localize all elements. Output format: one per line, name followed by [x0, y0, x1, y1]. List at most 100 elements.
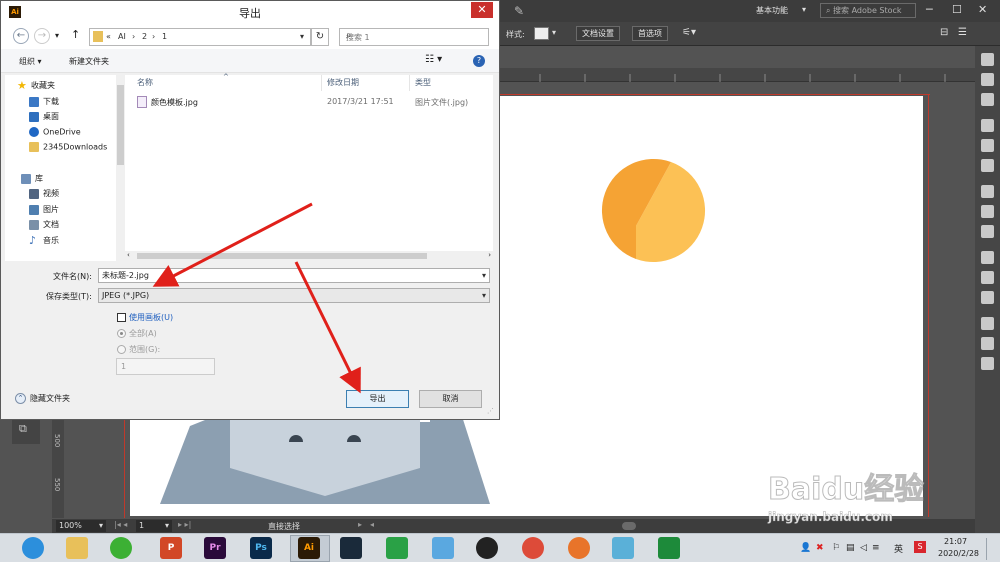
close-button[interactable]: ✕: [471, 2, 493, 18]
nav-item-libraries[interactable]: 库: [21, 173, 129, 188]
scroll-thumb[interactable]: [117, 85, 124, 165]
status-menu-icon[interactable]: ▸: [358, 520, 362, 529]
screen-capture-icon[interactable]: [386, 537, 408, 559]
column-header-name[interactable]: 名称: [137, 77, 153, 88]
artboards-icon[interactable]: [981, 357, 994, 370]
use-artboards-checkbox[interactable]: 使用画板(U): [117, 312, 173, 323]
antivirus-icon[interactable]: ✖: [816, 543, 824, 553]
gradient-icon[interactable]: [981, 205, 994, 218]
first-artboard-icon[interactable]: |◂ ◂: [114, 520, 127, 529]
hide-folders-toggle[interactable]: ⌃ 隐藏文件夹: [15, 393, 70, 404]
forward-arrow-icon[interactable]: →: [34, 28, 50, 44]
transparency-icon[interactable]: [981, 225, 994, 238]
breadcrumb-2[interactable]: 2: [142, 32, 147, 41]
artboard-tool-icon[interactable]: ⧉: [19, 422, 27, 436]
style-swatch[interactable]: [534, 27, 549, 40]
column-header-type[interactable]: 类型: [415, 77, 431, 88]
asset-export-icon[interactable]: [981, 291, 994, 304]
scroll-left-icon[interactable]: ‹: [127, 251, 130, 259]
breadcrumb-ai[interactable]: AI: [118, 32, 126, 41]
bluetooth-icon[interactable]: ⚐: [832, 543, 840, 553]
illustrator-icon[interactable]: Ai: [298, 537, 320, 559]
refresh-icon[interactable]: ↻: [311, 28, 329, 46]
chevron-down-icon[interactable]: ▾: [55, 31, 59, 40]
new-folder-button[interactable]: 新建文件夹: [69, 56, 109, 67]
user-icon[interactable]: 👤: [800, 543, 811, 553]
organize-menu[interactable]: 组织 ▾: [19, 56, 42, 67]
symbols-icon[interactable]: [981, 159, 994, 172]
back-arrow-icon[interactable]: ←: [13, 28, 29, 44]
ime-icon[interactable]: 英: [894, 542, 903, 555]
radio-button[interactable]: [117, 329, 126, 338]
scroll-left-icon[interactable]: ◂: [370, 520, 374, 529]
brush-icon[interactable]: [981, 139, 994, 152]
breadcrumb-overflow[interactable]: «: [106, 32, 111, 41]
workspace-switcher[interactable]: 基本功能: [756, 5, 788, 16]
maximize-icon[interactable]: ☐: [952, 3, 962, 16]
minimize-icon[interactable]: ─: [926, 3, 933, 16]
stock-search-input[interactable]: ⌕ 搜索 Adobe Stock: [820, 3, 916, 18]
export-button[interactable]: 导出: [346, 390, 409, 408]
close-icon[interactable]: ✕: [978, 3, 987, 16]
premiere-icon[interactable]: Pr: [204, 537, 226, 559]
properties-icon[interactable]: [981, 73, 994, 86]
checkbox-box[interactable]: [117, 313, 126, 322]
file-horizontal-scrollbar[interactable]: ‹ ›: [125, 251, 493, 261]
nav-scrollbar[interactable]: [116, 75, 125, 261]
document-setup-button[interactable]: 文档设置: [576, 26, 620, 41]
powerpoint-icon[interactable]: P: [160, 537, 182, 559]
export-icon[interactable]: [981, 317, 994, 330]
photoshop-icon[interactable]: Ps: [250, 537, 272, 559]
breadcrumb-separator[interactable]: ›: [152, 32, 155, 41]
filetype-select[interactable]: JPEG (*.JPG) ▾: [98, 288, 490, 303]
browser-360-icon[interactable]: [22, 537, 44, 559]
range-artboards-radio[interactable]: 范围(G):: [117, 344, 160, 355]
panel-menu-icon[interactable]: ☰: [958, 27, 967, 38]
appearance-icon[interactable]: [981, 251, 994, 264]
firefox-icon[interactable]: [568, 537, 590, 559]
range-input[interactable]: 1: [116, 358, 215, 375]
column-header-modified[interactable]: 修改日期: [327, 77, 359, 88]
artboard-number-select[interactable]: 1 ▾: [136, 520, 172, 532]
arrange-icon[interactable]: ⚟▾: [682, 27, 696, 38]
up-arrow-icon[interactable]: ↑: [71, 28, 80, 41]
clock-date[interactable]: 2020/2/28: [938, 549, 979, 558]
libraries-icon[interactable]: [981, 93, 994, 106]
breadcrumb-separator[interactable]: ›: [132, 32, 135, 41]
table-row[interactable]: 颜色模板.jpg 2017/3/21 17:51 图片文件(.jpg): [127, 95, 491, 111]
signal-icon[interactable]: ≡: [872, 543, 880, 553]
show-desktop-divider[interactable]: [986, 538, 987, 560]
search-input[interactable]: 搜索 1 ⌕: [339, 28, 489, 46]
chevron-down-icon[interactable]: ▾: [482, 269, 486, 282]
preferences-button[interactable]: 首选项: [632, 26, 668, 41]
clock-time[interactable]: 21:07: [944, 537, 967, 546]
wechat-icon[interactable]: [110, 537, 132, 559]
filename-input[interactable]: 未标题-2.jpg ▾: [98, 268, 490, 283]
bird-app-icon[interactable]: [432, 537, 454, 559]
color-icon[interactable]: [981, 119, 994, 132]
scroll-thumb[interactable]: [137, 253, 427, 259]
sogou-icon[interactable]: S: [914, 541, 926, 553]
help-icon[interactable]: ?: [473, 55, 485, 67]
column-divider[interactable]: [321, 75, 322, 91]
chrome-icon[interactable]: [522, 537, 544, 559]
zoom-select[interactable]: 100% ▾: [56, 520, 106, 532]
qq-icon[interactable]: [476, 537, 498, 559]
align-icon[interactable]: ⊟: [940, 27, 948, 38]
notes-app-icon[interactable]: [612, 537, 634, 559]
green-app-icon[interactable]: [658, 537, 680, 559]
file-explorer-icon[interactable]: [66, 537, 88, 559]
address-bar[interactable]: « AI › 2 › 1 ▾: [89, 28, 311, 46]
chevron-down-icon[interactable]: ▾: [300, 32, 304, 41]
radio-button[interactable]: [117, 345, 126, 354]
video-editor-icon[interactable]: [340, 537, 362, 559]
layers-icon[interactable]: [981, 337, 994, 350]
network-icon[interactable]: ▤: [846, 543, 855, 553]
pen-icon[interactable]: ✎: [514, 4, 524, 18]
nav-item-favorites[interactable]: ★ 收藏夹: [17, 80, 125, 95]
breadcrumb-1[interactable]: 1: [162, 32, 167, 41]
cancel-button[interactable]: 取消: [419, 390, 482, 408]
horizontal-scroll-thumb[interactable]: [622, 522, 636, 530]
next-artboard-icon[interactable]: ▸ ▸|: [178, 520, 191, 529]
column-divider[interactable]: [409, 75, 410, 91]
